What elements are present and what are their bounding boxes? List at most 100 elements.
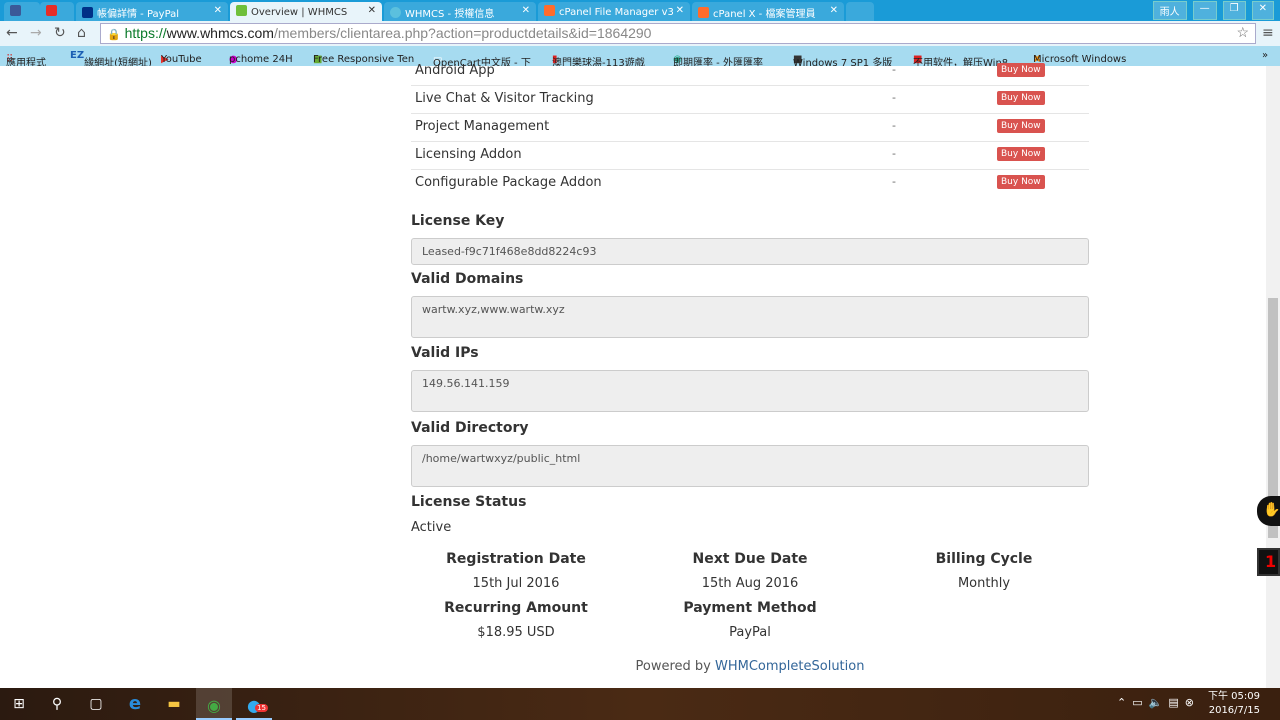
reload-icon[interactable]: ↻ [54, 25, 66, 41]
paypal-icon [82, 7, 93, 18]
license-key-field[interactable]: Leased-f9c71f468e8dd8224c93 [411, 238, 1089, 265]
close-tab-icon[interactable]: ✕ [830, 5, 838, 16]
next-due-date-label: Next Due Date [692, 551, 808, 567]
tab-label: 帳偏詳情 - PayPal [97, 9, 180, 20]
task-view-icon[interactable]: ▢ [87, 696, 105, 712]
scrollbar[interactable] [1266, 66, 1280, 688]
valid-ips-label: Valid IPs [411, 345, 479, 361]
valid-directory-label: Valid Directory [411, 420, 529, 436]
url-path: /members/clientarea.php?action=productde… [273, 25, 652, 41]
buy-now-button[interactable]: Buy Now [997, 175, 1045, 189]
whmcs-link[interactable]: WHMCompleteSolution [715, 659, 864, 674]
footer: Powered by WHMCompleteSolution [635, 659, 865, 674]
ez-icon: EZ [70, 50, 85, 61]
tab-whmcs-license[interactable]: WHMCS - 授權信息 ✕ [384, 2, 536, 21]
chrome-icon: ◉ [207, 696, 221, 715]
cpanel-icon [698, 7, 709, 18]
minimize-icon[interactable]: — [1192, 1, 1217, 20]
addon-row: Live Chat & Visitor Tracking - Buy Now [411, 86, 1089, 114]
valid-domains-label: Valid Domains [411, 271, 524, 287]
close-tab-icon[interactable]: ✕ [368, 5, 376, 16]
user-profile-button[interactable]: 雨人 [1152, 1, 1187, 20]
license-status-value: Active [411, 520, 452, 535]
star-icon[interactable]: ☆ [1236, 24, 1249, 41]
valid-directory-field[interactable]: /home/wartwxyz/public_html [411, 445, 1089, 487]
registration-date-value: 15th Jul 2016 [472, 576, 560, 591]
facebook-icon [10, 5, 21, 16]
file-explorer-icon[interactable]: ▬ [165, 696, 183, 712]
next-due-date-value: 15th Aug 2016 [701, 576, 799, 591]
addon-row: Licensing Addon - Buy Now [411, 142, 1089, 170]
restore-icon[interactable]: ❐ [1222, 1, 1246, 20]
chevron-up-icon: ⌃ [1117, 696, 1133, 709]
tab-cpanel-x[interactable]: cPanel X - 檔案管理員 ✕ [692, 2, 844, 21]
url-host: www.whmcs.com [166, 25, 274, 41]
license-key-label: License Key [411, 213, 505, 229]
buy-now-button[interactable]: Buy Now [997, 147, 1045, 161]
tab-youtube[interactable] [40, 2, 74, 21]
tab-label: cPanel X - 檔案管理員 [713, 9, 816, 20]
notification-icon: ▤ [1168, 696, 1185, 709]
buy-now-button[interactable]: Buy Now [997, 119, 1045, 133]
youtube-icon [46, 5, 57, 16]
taskbar: ⊞ ⚲ ▢ e ▬ ◉ ● 15 ⌃▭🔈▤⊗ 下午 05:09 2016/7/15 [0, 688, 1280, 720]
url-scheme: https:// [124, 25, 167, 41]
close-window-icon[interactable]: ✕ [1251, 1, 1274, 20]
whmcs-blue-icon [390, 7, 401, 18]
tab-facebook[interactable] [4, 2, 40, 21]
notification-count: 15 [255, 704, 268, 712]
system-tray[interactable]: ⌃▭🔈▤⊗ [1117, 696, 1200, 709]
close-tab-icon[interactable]: ✕ [676, 5, 684, 16]
addon-row: Configurable Package Addon - Buy Now [411, 170, 1089, 198]
network-icon: ▭ [1132, 696, 1149, 709]
cpanel-icon [544, 5, 555, 16]
tab-paypal[interactable]: 帳偏詳情 - PayPal ✕ [76, 2, 228, 21]
app-taskbar-button[interactable]: ● 15 [236, 688, 272, 720]
payment-method-label: Payment Method [683, 600, 817, 616]
forward-icon[interactable]: → [30, 25, 42, 41]
recurring-amount-value: $18.95 USD [477, 625, 555, 640]
floating-widget-icon[interactable]: ✋ [1257, 496, 1280, 526]
license-status-label: License Status [411, 494, 527, 510]
tab-whmcs-overview[interactable]: Overview | WHMCS ✕ [230, 2, 382, 21]
edge-icon[interactable]: e [126, 693, 144, 714]
address-bar-row: ← → ↻ ⌂ 🔒 https://www.whmcs.com/members/… [0, 21, 1280, 46]
registration-date-label: Registration Date [446, 551, 586, 567]
lock-icon: 🔒 [107, 29, 121, 41]
home-icon[interactable]: ⌂ [77, 25, 86, 41]
whmcs-icon [236, 5, 247, 16]
clock[interactable]: 下午 05:09 2016/7/15 [1208, 690, 1260, 718]
notification-badge-icon[interactable]: 1 [1257, 548, 1280, 576]
more-bookmarks-icon[interactable]: » [1262, 50, 1268, 61]
windows-start-icon[interactable]: ⊞ [10, 696, 28, 712]
close-tab-icon[interactable]: ✕ [522, 5, 530, 16]
bookmark[interactable]: EZ 緣網址(短網址) [70, 50, 152, 69]
billing-cycle-value: Monthly [957, 576, 1011, 591]
url-input[interactable]: 🔒 https://www.whmcs.com/members/clientar… [100, 23, 1256, 44]
close-tab-icon[interactable]: ✕ [214, 5, 222, 16]
payment-method-value: PayPal [729, 625, 771, 640]
addon-row: Project Management - Buy Now [411, 114, 1089, 142]
buy-now-button[interactable]: Buy Now [997, 91, 1045, 105]
valid-domains-field[interactable]: wartw.xyz,www.wartw.xyz [411, 296, 1089, 338]
valid-ips-field[interactable]: 149.56.141.159 [411, 370, 1089, 412]
tab-label: Overview | WHMCS [251, 7, 348, 18]
tab-cpanel-file-manager[interactable]: cPanel File Manager v3 ✕ [538, 2, 690, 21]
billing-cycle-label: Billing Cycle [935, 551, 1033, 567]
new-tab-button[interactable] [846, 2, 874, 21]
chrome-taskbar-button[interactable]: ◉ [196, 688, 232, 720]
recurring-amount-label: Recurring Amount [444, 600, 588, 616]
tab-label: cPanel File Manager v3 [559, 7, 674, 18]
volume-icon: 🔈 [1148, 696, 1169, 709]
tab-bar: 帳偏詳情 - PayPal ✕ Overview | WHMCS ✕ WHMCS -… [0, 0, 1280, 21]
tab-label: WHMCS - 授權信息 [405, 9, 495, 20]
date: 2016/7/15 [1208, 705, 1260, 716]
addon-row: Android App - Buy Now [411, 58, 1089, 86]
search-icon[interactable]: ⚲ [48, 696, 66, 712]
buy-now-button[interactable]: Buy Now [997, 63, 1045, 77]
page-content: Android App - Buy Now Live Chat & Visitor … [0, 63, 1266, 688]
close-circle-icon: ⊗ [1184, 696, 1200, 709]
menu-icon[interactable]: ≡ [1262, 25, 1274, 41]
time: 下午 05:09 [1208, 691, 1260, 702]
back-icon[interactable]: ← [6, 25, 18, 41]
